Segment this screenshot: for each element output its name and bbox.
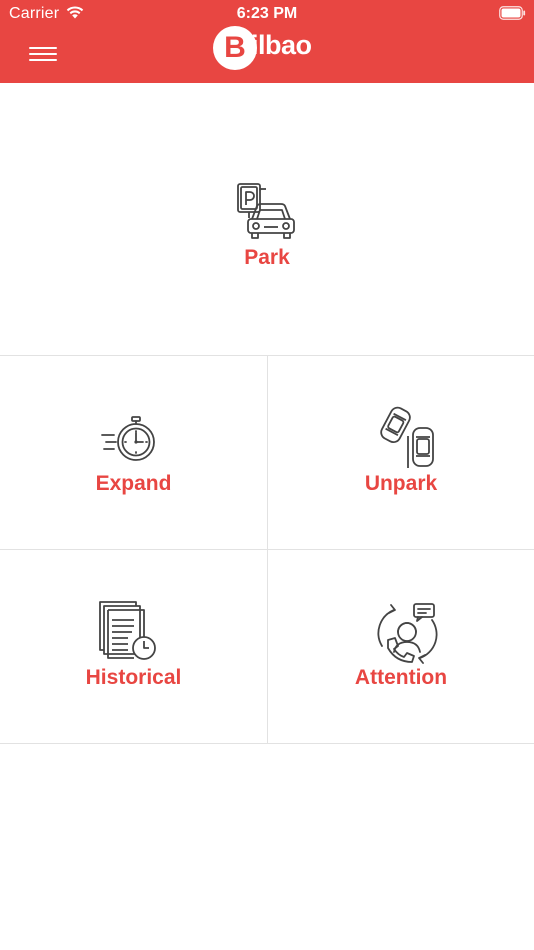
logo-text: ilbao [251,30,312,60]
unpark-button[interactable]: Unpark [268,356,534,549]
status-bar: Carrier 6:23 PM [0,0,534,28]
app-screen: Carrier 6:23 PM B ilbao Park Expand Unpa… [0,0,534,950]
battery-icon [499,6,526,20]
parking-car-icon [237,183,295,239]
stopwatch-icon [101,416,155,461]
attention-button[interactable]: Attention [268,550,534,743]
cars-leaving-icon [380,406,434,468]
top-bar: Carrier 6:23 PM B ilbao [0,0,534,83]
hamburger-menu-icon[interactable] [24,38,64,70]
historical-label: Historical [85,666,182,689]
park-button[interactable]: Park [0,83,534,355]
expand-label: Expand [95,472,172,495]
divider [0,743,534,744]
documents-history-icon [99,601,156,660]
clock: 6:23 PM [236,5,298,22]
expand-button[interactable]: Expand [0,356,267,549]
app-logo: B ilbao [213,26,333,70]
historical-button[interactable]: Historical [0,550,267,743]
park-label: Park [244,246,290,269]
customer-support-icon [377,603,438,664]
attention-label: Attention [354,666,448,689]
unpark-label: Unpark [364,472,438,495]
